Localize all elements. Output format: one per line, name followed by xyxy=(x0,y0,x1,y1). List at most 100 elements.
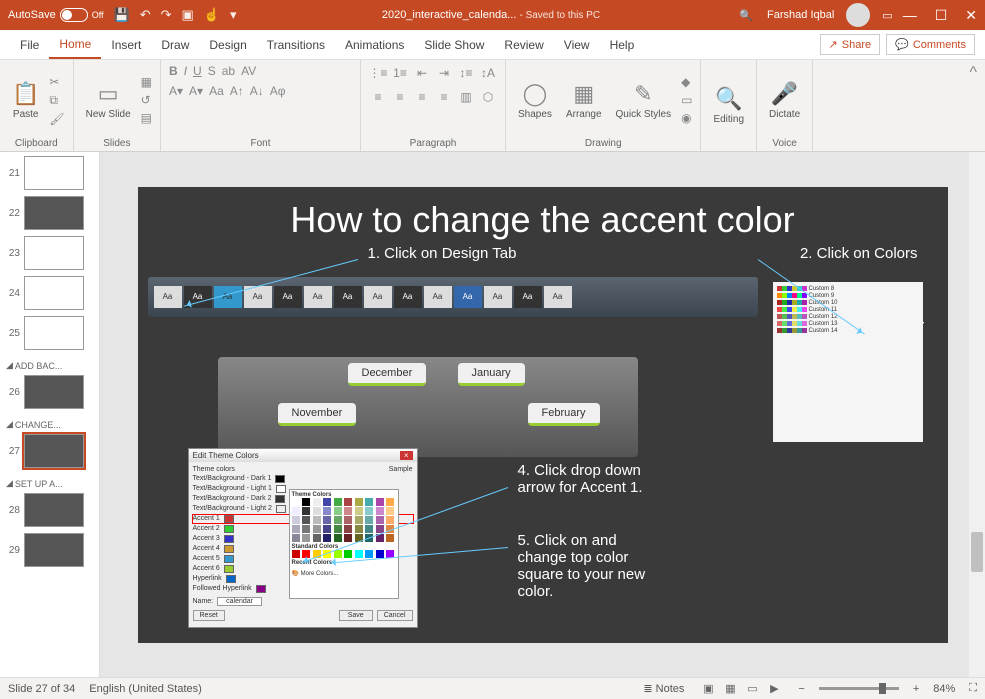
thumb-29[interactable]: 29 xyxy=(4,533,95,567)
tab-insert[interactable]: Insert xyxy=(101,32,151,58)
zoom-level[interactable]: 84% xyxy=(933,683,955,695)
notes-button[interactable]: ≣ Notes xyxy=(643,682,684,695)
indent-inc-button[interactable]: ⇥ xyxy=(435,64,453,82)
scroll-thumb[interactable] xyxy=(971,532,983,572)
sorter-view-icon[interactable]: ▦ xyxy=(720,681,740,697)
arrange-button[interactable]: ▦Arrange xyxy=(562,79,606,122)
slideshow-start-icon[interactable]: ▣ xyxy=(182,7,194,23)
tab-review[interactable]: Review xyxy=(494,32,553,58)
section-icon[interactable]: ▤ xyxy=(141,111,152,125)
shapes-button[interactable]: ◯Shapes xyxy=(514,79,556,122)
font-color-button[interactable]: A▾ xyxy=(169,84,183,98)
shape-outline-icon[interactable]: ▭ xyxy=(681,93,692,107)
callout-2[interactable]: 2. Click on Colors xyxy=(800,245,918,262)
shape-effects-icon[interactable]: ◉ xyxy=(681,111,692,125)
text-direction-button[interactable]: ↕A xyxy=(479,64,497,82)
normal-view-icon[interactable]: ▣ xyxy=(698,681,718,697)
tab-file[interactable]: File xyxy=(10,32,49,58)
zoom-slider[interactable] xyxy=(819,687,899,690)
line-spacing-button[interactable]: ↕≡ xyxy=(457,64,475,82)
tab-slideshow[interactable]: Slide Show xyxy=(414,32,494,58)
section-header[interactable]: ◢ CHANGE... xyxy=(4,415,95,434)
columns-button[interactable]: ▥ xyxy=(457,88,475,106)
thumb-28[interactable]: 28 xyxy=(4,493,95,527)
indent-dec-button[interactable]: ⇤ xyxy=(413,64,431,82)
minimize-icon[interactable]: — xyxy=(903,7,917,24)
shadow-button[interactable]: ab xyxy=(222,64,235,78)
grow-font-button[interactable]: A↑ xyxy=(230,84,244,98)
dictate-button[interactable]: 🎤Dictate xyxy=(765,79,804,122)
quick-styles-button[interactable]: ✎Quick Styles xyxy=(612,79,676,122)
new-slide-button[interactable]: ▭New Slide xyxy=(82,79,135,122)
section-header[interactable]: ◢ SET UP A... xyxy=(4,474,95,493)
user-area[interactable]: Farshad Iqbal ▭ xyxy=(767,3,893,27)
fit-slide-icon[interactable]: ⛶ xyxy=(969,682,977,695)
copy-icon[interactable]: ⧉ xyxy=(49,93,64,108)
save-icon[interactable]: 💾 xyxy=(114,7,130,23)
slide-counter[interactable]: Slide 27 of 34 xyxy=(8,683,75,695)
paste-button[interactable]: 📋Paste xyxy=(8,79,43,122)
shrink-font-button[interactable]: A↓ xyxy=(250,84,264,98)
thumb-23[interactable]: 23 xyxy=(4,236,95,270)
language-indicator[interactable]: English (United States) xyxy=(89,683,202,695)
touch-mode-icon[interactable]: ☝ xyxy=(204,7,220,23)
bullets-button[interactable]: ⋮≡ xyxy=(369,64,387,82)
callout-4[interactable]: 4. Click drop down arrow for Accent 1. xyxy=(518,462,668,496)
tab-transitions[interactable]: Transitions xyxy=(257,32,335,58)
tab-help[interactable]: Help xyxy=(600,32,645,58)
avatar[interactable] xyxy=(846,3,870,27)
close-icon[interactable]: ✕ xyxy=(965,7,977,24)
comments-button[interactable]: 💬Comments xyxy=(886,34,975,55)
highlight-button[interactable]: A▾ xyxy=(189,84,203,98)
clear-format-button[interactable]: Aφ xyxy=(270,84,286,98)
callout-1[interactable]: 1. Click on Design Tab xyxy=(368,245,517,262)
smartart-button[interactable]: ⬡ xyxy=(479,88,497,106)
ribbon-display-icon[interactable]: ▭ xyxy=(882,9,892,22)
cut-icon[interactable]: ✂ xyxy=(49,75,64,89)
redo-icon[interactable]: ↷ xyxy=(161,7,172,23)
zoom-in-icon[interactable]: + xyxy=(913,683,919,695)
justify-button[interactable]: ≡ xyxy=(435,88,453,106)
tab-home[interactable]: Home xyxy=(49,31,101,59)
align-center-button[interactable]: ≡ xyxy=(391,88,409,106)
align-left-button[interactable]: ≡ xyxy=(369,88,387,106)
bold-button[interactable]: B xyxy=(169,64,178,78)
thumb-27[interactable]: 27 xyxy=(4,434,95,468)
underline-button[interactable]: U xyxy=(193,64,202,78)
qat-dropdown-icon[interactable]: ▾ xyxy=(230,7,237,23)
search-icon[interactable]: 🔍 xyxy=(739,9,753,22)
thumb-21[interactable]: 21 xyxy=(4,156,95,190)
thumb-24[interactable]: 24 xyxy=(4,276,95,310)
thumbnail-panel[interactable]: 21 22 23 24 25 ◢ ADD BAC... 26 ◢ CHANGE.… xyxy=(0,152,100,677)
zoom-out-icon[interactable]: − xyxy=(798,683,804,695)
shape-fill-icon[interactable]: ◆ xyxy=(681,75,692,89)
char-spacing-button[interactable]: AV xyxy=(241,64,256,78)
slide-canvas[interactable]: How to change the accent color 1. Click … xyxy=(138,187,948,643)
section-header[interactable]: ◢ ADD BAC... xyxy=(4,356,95,375)
reset-icon[interactable]: ↺ xyxy=(141,93,152,107)
italic-button[interactable]: I xyxy=(184,64,187,78)
autosave-toggle[interactable]: AutoSave Off xyxy=(8,8,104,22)
numbering-button[interactable]: 1≡ xyxy=(391,64,409,82)
toggle-switch[interactable] xyxy=(60,8,88,22)
tab-design[interactable]: Design xyxy=(199,32,256,58)
vertical-scrollbar[interactable] xyxy=(969,152,985,677)
thumb-25[interactable]: 25 xyxy=(4,316,95,350)
thumb-26[interactable]: 26 xyxy=(4,375,95,409)
share-button[interactable]: ↗Share xyxy=(820,34,881,55)
format-painter-icon[interactable]: 🖌 xyxy=(49,112,64,126)
slide-editor[interactable]: How to change the accent color 1. Click … xyxy=(100,152,985,677)
editing-button[interactable]: 🔍Editing xyxy=(709,84,748,127)
tab-view[interactable]: View xyxy=(554,32,600,58)
thumb-22[interactable]: 22 xyxy=(4,196,95,230)
align-right-button[interactable]: ≡ xyxy=(413,88,431,106)
slide-title[interactable]: How to change the accent color xyxy=(138,187,948,241)
callout-5[interactable]: 5. Click on and change top color square … xyxy=(518,532,668,600)
maximize-icon[interactable]: ☐ xyxy=(935,7,948,24)
strike-button[interactable]: S xyxy=(208,64,216,78)
change-case-button[interactable]: Aa xyxy=(209,84,224,98)
collapse-ribbon-icon[interactable]: ^ xyxy=(961,60,985,151)
reading-view-icon[interactable]: ▭ xyxy=(742,681,762,697)
slideshow-view-icon[interactable]: ▶ xyxy=(764,681,784,697)
undo-icon[interactable]: ↶ xyxy=(140,7,151,23)
